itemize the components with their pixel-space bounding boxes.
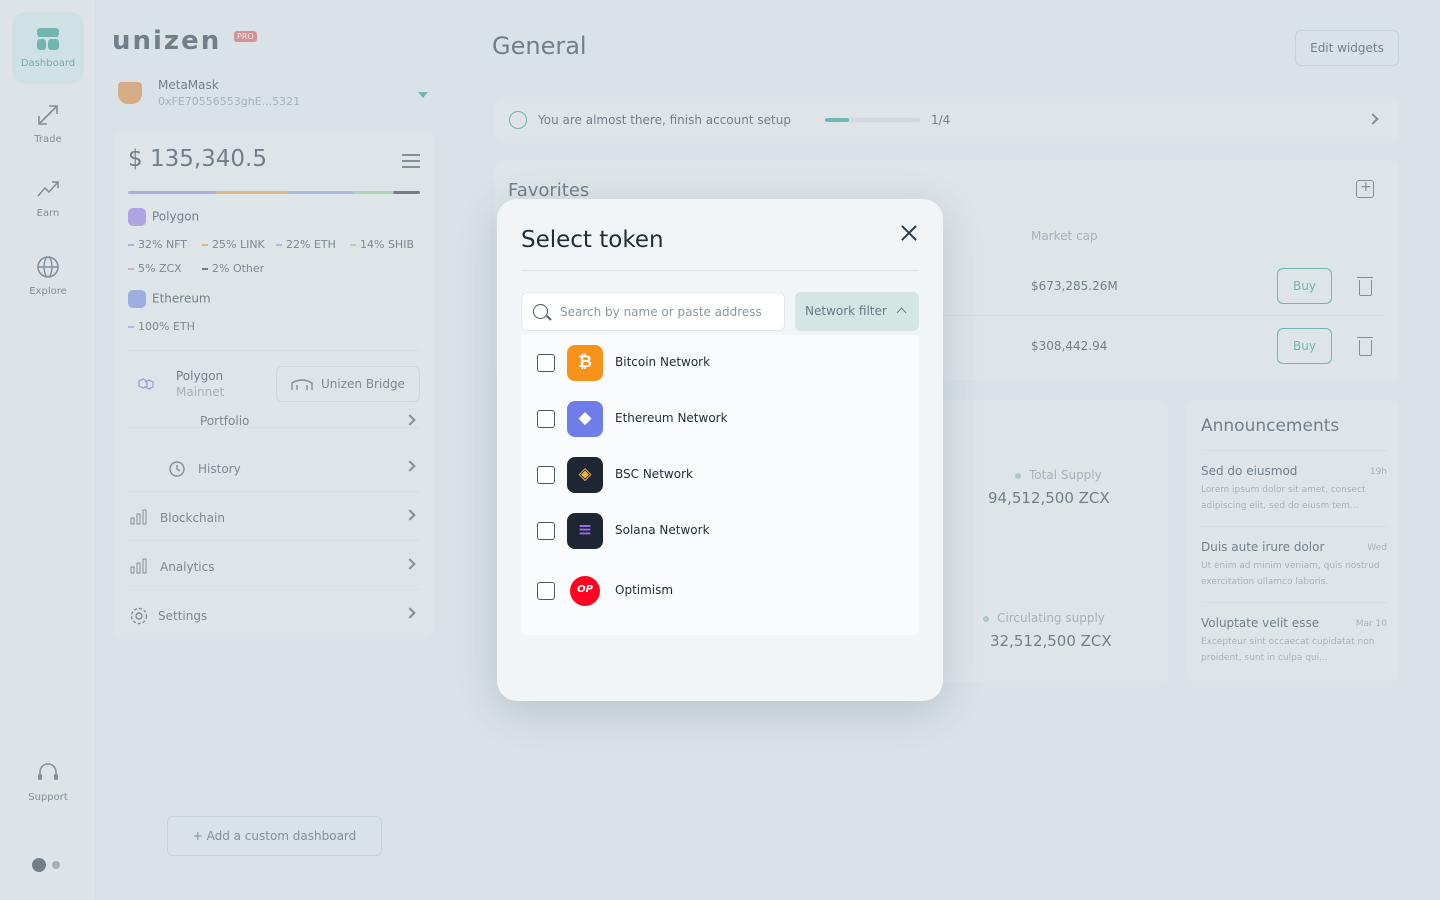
chevron-up-icon bbox=[896, 307, 907, 318]
select-token-modal: Select token Network filter ₿ Bitcoin Ne… bbox=[497, 199, 943, 701]
search-input[interactable] bbox=[560, 302, 780, 322]
network-filter-label: Network filter bbox=[805, 304, 887, 318]
ethereum-icon: ◆ bbox=[567, 401, 603, 437]
close-icon[interactable] bbox=[897, 221, 921, 245]
network-option-optimism[interactable]: OP Optimism bbox=[521, 563, 919, 619]
option-label: Solana Network bbox=[615, 523, 710, 537]
optimism-icon: OP bbox=[570, 576, 600, 606]
network-option-ethereum[interactable]: ◆ Ethereum Network bbox=[521, 391, 919, 447]
network-option-list: ₿ Bitcoin Network ◆ Ethereum Network ◈ B… bbox=[521, 335, 919, 635]
checkbox[interactable] bbox=[537, 410, 555, 428]
modal-divider bbox=[521, 270, 919, 271]
bnb-icon: ◈ bbox=[567, 457, 603, 493]
network-filter-dropdown[interactable]: Network filter bbox=[795, 292, 919, 331]
option-label: Optimism bbox=[615, 583, 674, 597]
solana-icon: ≡ bbox=[567, 513, 603, 549]
checkbox[interactable] bbox=[537, 466, 555, 484]
checkbox[interactable] bbox=[537, 582, 555, 600]
option-label: Ethereum Network bbox=[615, 411, 728, 425]
network-option-bitcoin[interactable]: ₿ Bitcoin Network bbox=[521, 335, 919, 391]
network-option-bsc[interactable]: ◈ BSC Network bbox=[521, 447, 919, 503]
checkbox[interactable] bbox=[537, 354, 555, 372]
option-label: Bitcoin Network bbox=[615, 355, 711, 369]
modal-title: Select token bbox=[521, 227, 664, 253]
bitcoin-icon: ₿ bbox=[567, 345, 603, 381]
checkbox[interactable] bbox=[537, 522, 555, 540]
option-label: BSC Network bbox=[615, 467, 693, 481]
token-search bbox=[521, 292, 785, 331]
network-option-solana[interactable]: ≡ Solana Network bbox=[521, 503, 919, 559]
search-icon bbox=[533, 304, 548, 319]
